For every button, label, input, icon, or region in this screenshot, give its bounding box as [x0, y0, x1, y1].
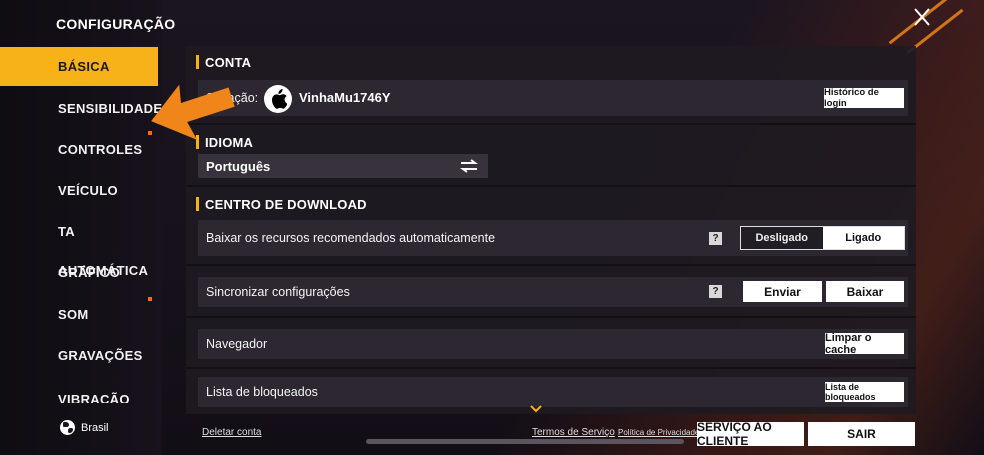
- section-title: CONTA: [205, 54, 252, 70]
- blocklist-row: Lista de bloqueados: [198, 377, 908, 407]
- apple-icon: [272, 89, 287, 109]
- close-icon: [914, 8, 930, 26]
- blocklist-label: Lista de bloqueados: [206, 385, 318, 399]
- sidebar-item-gravacoes[interactable]: GRAVAÇÕES: [0, 336, 158, 375]
- section-title: CENTRO DE DOWNLOAD: [205, 196, 367, 212]
- sidebar-item-sensibilidade[interactable]: SENSIBILIDADE: [0, 89, 162, 128]
- sidebar-item-ta-automatica[interactable]: TA AUTOMÁTICA: [0, 212, 158, 278]
- section-heading-conta: CONTA: [196, 52, 251, 72]
- sidebar-item-label: SOM: [58, 307, 89, 322]
- sidebar-item-controles[interactable]: CONTROLES: [0, 130, 158, 169]
- sidebar-item-label: VEÍCULO: [58, 183, 118, 198]
- send-button[interactable]: Enviar: [743, 281, 822, 302]
- browser-label: Navegador: [206, 337, 268, 351]
- sidebar-item-label: GRAVAÇÕES: [58, 348, 143, 363]
- apple-account-icon: [264, 85, 292, 113]
- auto-download-toggle[interactable]: Desligado Ligado: [740, 226, 905, 250]
- section-divider: [186, 316, 916, 318]
- swap-icon: [460, 159, 478, 173]
- horizontal-scrollbar[interactable]: [366, 439, 684, 444]
- section-divider: [186, 264, 916, 266]
- sidebar: CONFIGURAÇÃO BÁSICA SENSIBILIDADE CONTRO…: [0, 0, 175, 455]
- blocklist-button[interactable]: Lista de bloqueados: [825, 382, 904, 402]
- sidebar-item-label: BÁSICA: [58, 59, 110, 74]
- sidebar-item-label: CONTROLES: [58, 142, 143, 157]
- privacy-link[interactable]: Política de Privacidade: [618, 428, 699, 437]
- customer-service-button[interactable]: SERVIÇO AO CLIENTE: [697, 420, 804, 448]
- region-label: Brasil: [81, 421, 109, 434]
- sync-label: Sincronizar configurações: [206, 285, 350, 299]
- username: VinhaMu1746Y: [299, 90, 391, 105]
- region-selector[interactable]: Brasil: [60, 420, 109, 435]
- close-button[interactable]: [908, 6, 936, 28]
- section-accent-bar: [196, 197, 199, 211]
- sidebar-item-basica[interactable]: BÁSICA: [0, 47, 158, 86]
- help-icon[interactable]: ?: [709, 232, 722, 245]
- exit-button[interactable]: SAIR: [808, 422, 915, 446]
- sidebar-item-label: VIBRAÇÃO: [58, 392, 130, 403]
- toggle-on-option[interactable]: Ligado: [822, 227, 904, 249]
- auto-download-label: Baixar os recursos recomendados automati…: [206, 231, 496, 245]
- section-divider: [186, 367, 916, 369]
- chevron-down-icon: [530, 405, 542, 413]
- download-button[interactable]: Baixar: [826, 281, 904, 302]
- language-selected: Português: [206, 158, 271, 174]
- clear-cache-button[interactable]: Limpar o cache: [825, 332, 904, 356]
- settings-title: CONFIGURAÇÃO: [56, 16, 176, 32]
- sidebar-item-label: SENSIBILIDADE: [58, 101, 163, 116]
- login-history-button[interactable]: Histórico de login: [824, 87, 904, 109]
- section-divider: [186, 123, 916, 125]
- sidebar-item-veiculo[interactable]: VEÍCULO: [0, 171, 158, 210]
- sidebar-item-vibracao[interactable]: VIBRAÇÃO: [0, 385, 158, 403]
- language-select[interactable]: Português: [198, 154, 488, 178]
- sidebar-item-label: GRÁFICO: [58, 265, 121, 280]
- toggle-off-option[interactable]: Desligado: [741, 227, 823, 249]
- help-icon[interactable]: ?: [709, 285, 722, 298]
- sidebar-item-som[interactable]: SOM: [0, 295, 158, 334]
- sidebar-item-grafico[interactable]: GRÁFICO: [0, 253, 158, 301]
- globe-icon: [60, 420, 75, 435]
- annotation-arrow-icon: [151, 84, 235, 140]
- delete-account-link[interactable]: Deletar conta: [202, 427, 261, 438]
- terms-link[interactable]: Termos de Serviço: [532, 427, 615, 438]
- section-accent-bar: [196, 55, 199, 69]
- browser-row: Navegador: [198, 329, 908, 359]
- section-divider: [186, 185, 916, 187]
- section-heading-download: CENTRO DE DOWNLOAD: [196, 194, 367, 214]
